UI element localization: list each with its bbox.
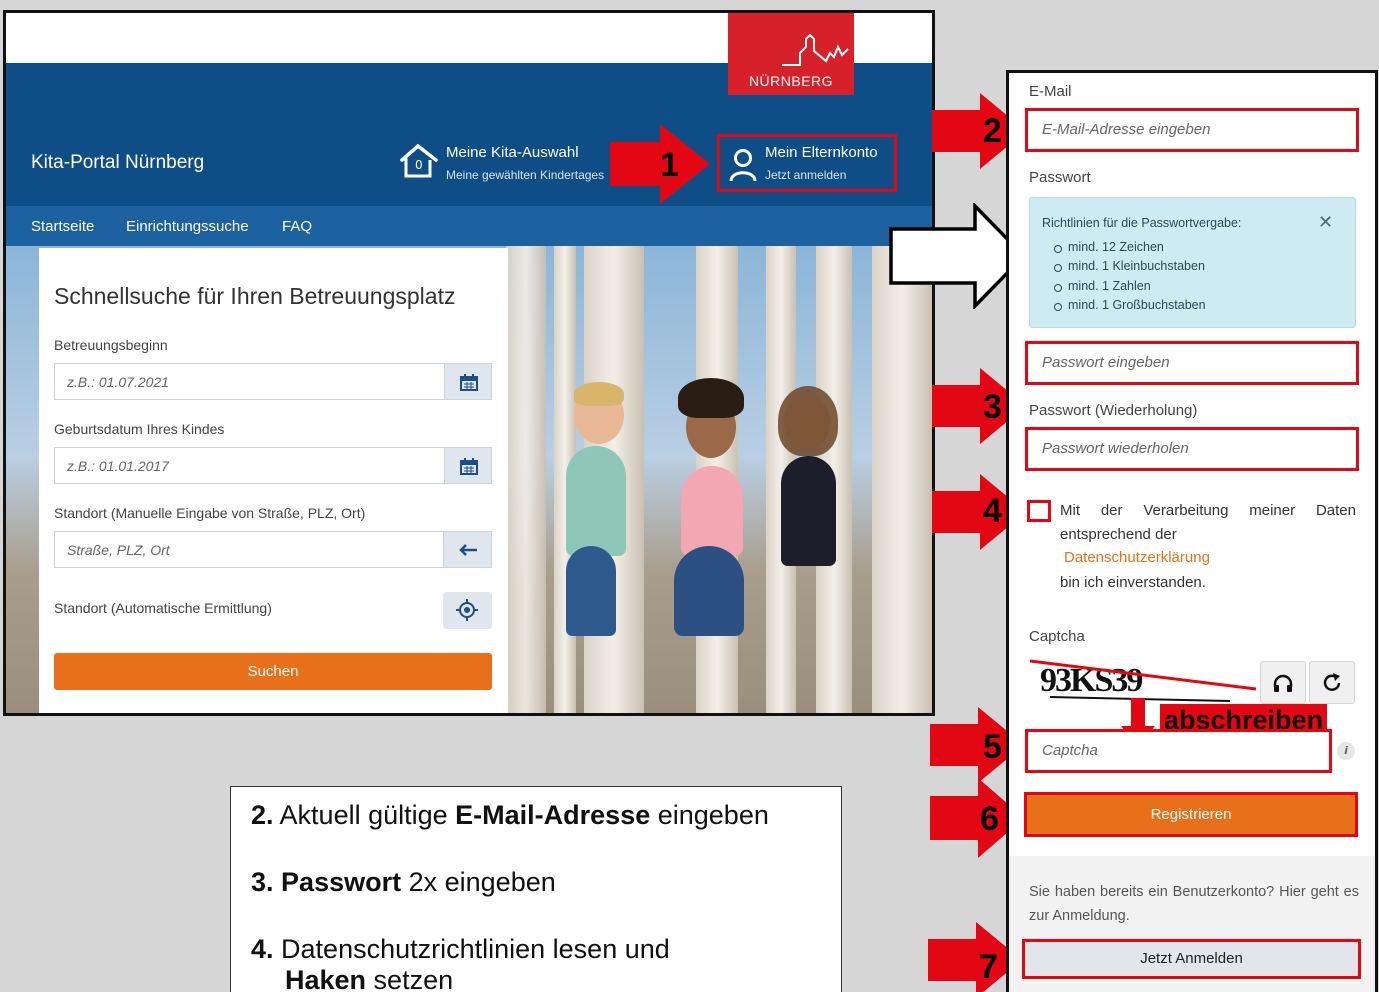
password-input[interactable]: Passwort eingeben bbox=[1025, 341, 1359, 385]
password-repeat-label: Passwort (Wiederholung) bbox=[1029, 402, 1198, 419]
consent-word: der bbox=[1100, 502, 1123, 519]
password-rule: mind. 1 Zahlen bbox=[1054, 279, 1151, 293]
nav-startseite[interactable]: Startseite bbox=[31, 218, 94, 235]
password-rule: mind. 1 Großbuchstaben bbox=[1054, 298, 1206, 312]
calendar-icon bbox=[460, 458, 478, 475]
consent-word: Verarbeitung bbox=[1143, 502, 1229, 519]
password-rule: mind. 12 Zeichen bbox=[1054, 240, 1164, 254]
start-date-label: Betreuungsbeginn bbox=[54, 337, 168, 353]
calendar-button[interactable] bbox=[444, 363, 492, 400]
logo-text: NÜRNBERG bbox=[748, 73, 834, 89]
enter-arrow-icon bbox=[459, 544, 477, 556]
consent-checkbox[interactable] bbox=[1027, 500, 1051, 522]
refresh-captcha-button[interactable] bbox=[1309, 661, 1355, 704]
audio-captcha-button[interactable] bbox=[1260, 661, 1306, 704]
privacy-policy-link[interactable]: Datenschutzerklärung bbox=[1064, 549, 1210, 566]
password-rule: mind. 1 Kleinbuchstaben bbox=[1054, 259, 1205, 273]
kita-count-badge: 0 bbox=[415, 158, 423, 172]
birth-date-label: Geburtsdatum Ihres Kindes bbox=[54, 421, 225, 437]
birth-date-input[interactable]: z.B.: 01.01.2017 bbox=[54, 447, 492, 484]
info-icon[interactable]: i bbox=[1337, 742, 1355, 760]
user-icon bbox=[729, 149, 757, 182]
captcha-input[interactable]: Captcha bbox=[1025, 729, 1332, 773]
account-link[interactable]: Mein Elternkonto bbox=[765, 144, 878, 161]
kita-selection-link[interactable]: Meine Kita-Auswahl bbox=[446, 144, 579, 161]
step-number-5: 5 bbox=[983, 728, 1002, 766]
location-input[interactable]: Straße, PLZ, Ort bbox=[54, 531, 492, 568]
headphones-icon bbox=[1273, 674, 1293, 692]
kita-selection-subtitle: Meine gewählten Kindertages bbox=[446, 168, 605, 182]
portal-screenshot: NÜRNBERG Kita-Portal Nürnberg 0 Meine Ki… bbox=[3, 10, 935, 716]
step-number-3: 3 bbox=[983, 388, 1002, 426]
refresh-icon bbox=[1323, 673, 1341, 691]
locate-button[interactable] bbox=[443, 592, 492, 629]
close-icon[interactable]: ✕ bbox=[1318, 212, 1333, 233]
calendar-button-2[interactable] bbox=[444, 447, 492, 484]
start-date-input[interactable]: z.B.: 01.07.2021 bbox=[54, 363, 492, 400]
instruction-2: 2. Aktuell gültige E-Mail-Adresse eingeb… bbox=[251, 800, 769, 830]
crosshair-icon bbox=[456, 599, 478, 621]
step-number-7: 7 bbox=[979, 948, 998, 986]
password-repeat-input[interactable]: Passwort wiederholen bbox=[1025, 427, 1359, 471]
captcha-label: Captcha bbox=[1029, 628, 1085, 645]
consent-word: meiner bbox=[1249, 502, 1296, 519]
register-button[interactable]: Registrieren bbox=[1024, 792, 1358, 837]
castle-icon bbox=[782, 33, 849, 66]
consent-text-line-2: entsprechend der bbox=[1060, 526, 1177, 543]
consent-word: Daten bbox=[1315, 502, 1356, 519]
search-button[interactable]: Suchen bbox=[54, 653, 492, 690]
consent-text-line-1: Mit der Verarbeitung meiner Daten bbox=[1060, 502, 1356, 519]
password-rules-title: Richtlinien für die Passwortvergabe: bbox=[1042, 216, 1242, 230]
step-number-6: 6 bbox=[980, 800, 999, 838]
nuernberg-logo[interactable]: NÜRNBERG bbox=[728, 13, 854, 95]
step-number-1: 1 bbox=[660, 146, 679, 184]
password-label: Passwort bbox=[1029, 169, 1091, 186]
nav-faq[interactable]: FAQ bbox=[282, 218, 312, 235]
instruction-4: 4. Datenschutzrichtlinien lesen und Hake… bbox=[251, 934, 670, 992]
nav-einrichtungssuche[interactable]: Einrichtungssuche bbox=[126, 218, 249, 235]
login-button[interactable]: Jetzt Anmelden bbox=[1022, 939, 1361, 979]
instruction-3: 3. Passwort 2x eingeben bbox=[251, 867, 556, 897]
location-label: Standort (Manuelle Eingabe von Straße, P… bbox=[54, 505, 366, 521]
email-label: E-Mail bbox=[1029, 83, 1072, 100]
email-input[interactable]: E-Mail-Adresse eingeben bbox=[1025, 108, 1359, 152]
login-hint: Sie haben bereits ein Benutzerkonto? Hie… bbox=[1029, 884, 1359, 924]
location-submit-button[interactable] bbox=[443, 531, 492, 568]
consent-text-line-4: bin ich einverstanden. bbox=[1060, 574, 1206, 591]
portal-title[interactable]: Kita-Portal Nürnberg bbox=[31, 152, 204, 174]
search-heading: Schnellsuche für Ihren Betreuungsplatz bbox=[54, 283, 456, 309]
calendar-icon bbox=[460, 374, 478, 391]
auto-location-label: Standort (Automatische Ermittlung) bbox=[54, 600, 272, 616]
step-number-4: 4 bbox=[983, 492, 1002, 530]
step-number-2: 2 bbox=[983, 112, 1002, 150]
account-subtitle[interactable]: Jetzt anmelden bbox=[765, 168, 846, 182]
consent-word: Mit bbox=[1060, 502, 1080, 519]
